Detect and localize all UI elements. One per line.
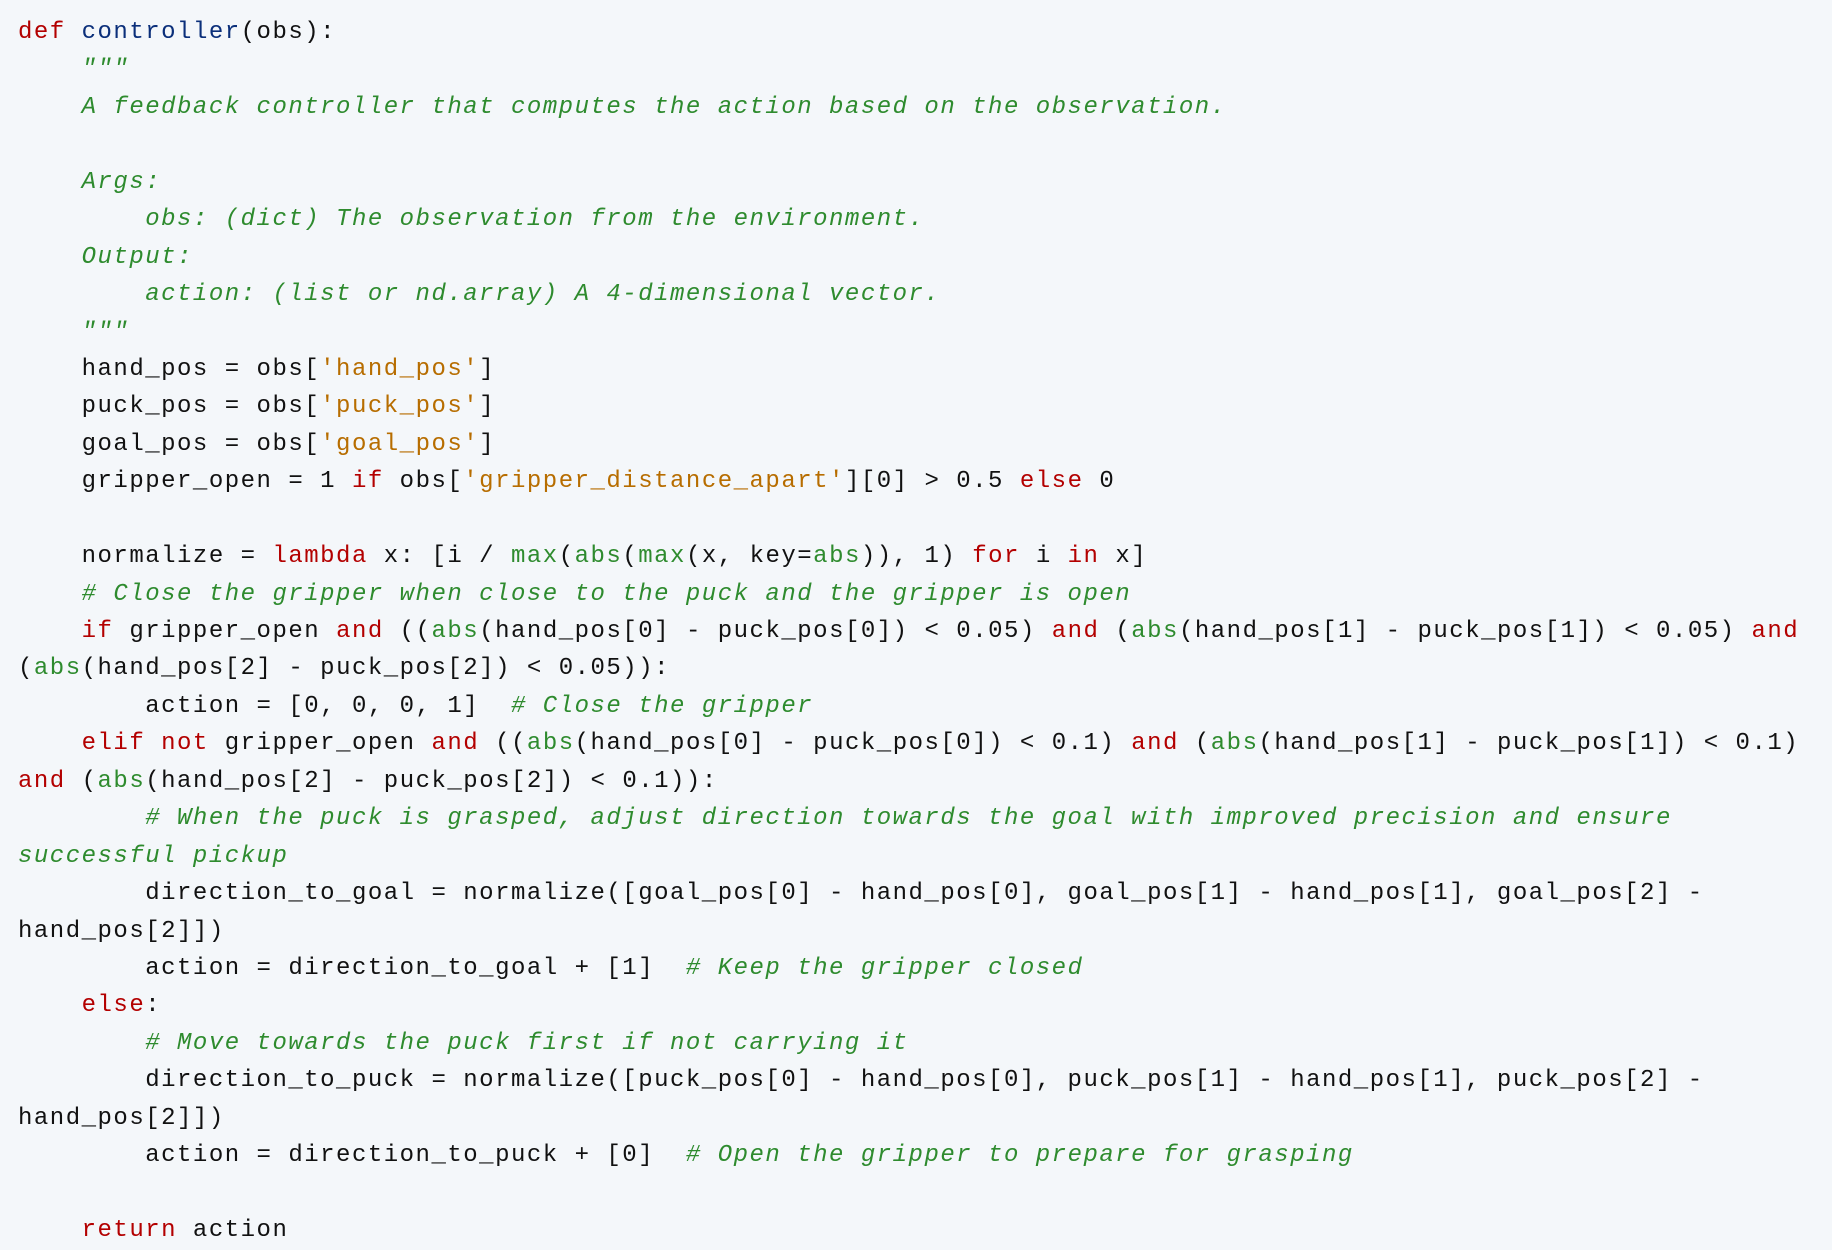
direction-to-goal: direction_to_goal = normalize([goal_pos[… — [18, 880, 1720, 944]
normalize-d: ( — [622, 543, 638, 570]
elif-cond-b: (( — [479, 730, 527, 757]
assign-gripper-b: obs[ — [384, 468, 464, 495]
builtin-abs-5: abs — [34, 655, 82, 682]
comment-keep-closed: # Keep the gripper closed — [686, 955, 1084, 982]
builtin-abs-7: abs — [1211, 730, 1259, 757]
action-close: action = [0, 0, 0, 1] — [18, 693, 511, 720]
keyword-and-6: and — [18, 768, 66, 795]
comment-close-gripper: # Close the gripper — [511, 693, 813, 720]
keyword-lambda: lambda — [272, 543, 367, 570]
assign-gripper-c: ][0] > 0.5 — [845, 468, 1020, 495]
docstring-output-header: Output: — [18, 244, 193, 271]
keyword-and-1: and — [336, 618, 384, 645]
if-cond-b: (( — [384, 618, 432, 645]
assign-goal-pos-b: ] — [479, 431, 495, 458]
keyword-elif: elif — [82, 730, 146, 757]
code-block: def controller(obs): """ A feedback cont… — [0, 0, 1832, 1250]
keyword-and-4: and — [431, 730, 479, 757]
comment-open-gripper: # Open the gripper to prepare for graspi… — [686, 1142, 1354, 1169]
return-value: action — [177, 1217, 288, 1244]
elif-cond-f: ( — [66, 768, 98, 795]
builtin-abs-2: abs — [813, 543, 861, 570]
comment-grasp: # When the puck is grasped, adjust direc… — [18, 805, 1688, 869]
builtin-abs-4: abs — [1131, 618, 1179, 645]
normalize-b: x: [i / — [368, 543, 511, 570]
signature-rest: (obs): — [241, 19, 336, 46]
string-puck-pos: 'puck_pos' — [320, 393, 479, 420]
function-name: controller — [82, 19, 241, 46]
if-cond-d: ( — [1099, 618, 1131, 645]
docstring-output-line: action: (list or nd.array) A 4-dimension… — [18, 281, 940, 308]
builtin-abs-8: abs — [98, 768, 146, 795]
action-open: action = direction_to_puck + [0] — [18, 1142, 686, 1169]
builtin-max-2: max — [638, 543, 686, 570]
if-indent — [18, 618, 82, 645]
elif-cond-d: ( — [1179, 730, 1211, 757]
elif-cond-c: (hand_pos[0] - puck_pos[0]) < 0.1) — [575, 730, 1132, 757]
string-goal-pos: 'goal_pos' — [320, 431, 479, 458]
if-cond-c: (hand_pos[0] - puck_pos[0]) < 0.05) — [479, 618, 1051, 645]
if-cond-a: gripper_open — [113, 618, 336, 645]
keyword-for: for — [972, 543, 1020, 570]
normalize-a: normalize = — [18, 543, 272, 570]
assign-goal-pos-a: goal_pos = obs[ — [18, 431, 320, 458]
keyword-return: return — [82, 1217, 177, 1244]
string-gripper-dist: 'gripper_distance_apart' — [463, 468, 845, 495]
elif-cond-a: gripper_open — [209, 730, 432, 757]
builtin-max-1: max — [511, 543, 559, 570]
assign-gripper-a: gripper_open = 1 — [18, 468, 352, 495]
keyword-in: in — [1068, 543, 1100, 570]
keyword-and-2: and — [1052, 618, 1100, 645]
comment-close-header: # Close the gripper when close to the pu… — [18, 581, 1131, 608]
direction-to-puck: direction_to_puck = normalize([puck_pos[… — [18, 1067, 1720, 1131]
docstring-args-header: Args: — [18, 169, 161, 196]
assign-puck-pos-a: puck_pos = obs[ — [18, 393, 320, 420]
assign-gripper-d: 0 — [1083, 468, 1115, 495]
if-cond-e: (hand_pos[1] - puck_pos[1]) < 0.05) — [1179, 618, 1751, 645]
elif-indent — [18, 730, 82, 757]
elif-cond-e: (hand_pos[1] - puck_pos[1]) < 0.1) — [1258, 730, 1815, 757]
normalize-g: i — [1020, 543, 1068, 570]
normalize-e: (x, key= — [686, 543, 813, 570]
else-colon: : — [145, 992, 161, 1019]
keyword-def: def — [18, 19, 66, 46]
elif-cond-g: (hand_pos[2] - puck_pos[2]) < 0.1)): — [145, 768, 717, 795]
keyword-and-3: and — [1751, 618, 1799, 645]
keyword-and-5: and — [1131, 730, 1179, 757]
docstring-args-line: obs: (dict) The observation from the env… — [18, 206, 924, 233]
assign-puck-pos-b: ] — [479, 393, 495, 420]
assign-hand-pos-b: ] — [479, 356, 495, 383]
normalize-c: ( — [559, 543, 575, 570]
docstring-close: """ — [18, 319, 129, 346]
action-keep: action = direction_to_goal + [1] — [18, 955, 686, 982]
keyword-else: else — [82, 992, 146, 1019]
keyword-not: not — [161, 730, 209, 757]
else-indent — [18, 992, 82, 1019]
if-cond-g: (hand_pos[2] - puck_pos[2]) < 0.05)): — [82, 655, 670, 682]
keyword-if-inline: if — [352, 468, 384, 495]
builtin-abs-6: abs — [527, 730, 575, 757]
assign-hand-pos-a: hand_pos = obs[ — [18, 356, 320, 383]
keyword-else-inline: else — [1020, 468, 1084, 495]
normalize-h: x] — [1099, 543, 1147, 570]
comment-move-towards: # Move towards the puck first if not car… — [18, 1030, 909, 1057]
docstring-open: """ — [18, 56, 129, 83]
normalize-f: )), 1) — [861, 543, 972, 570]
string-hand-pos: 'hand_pos' — [320, 356, 479, 383]
docstring-line: A feedback controller that computes the … — [18, 94, 1227, 121]
keyword-if: if — [82, 618, 114, 645]
builtin-abs-1: abs — [575, 543, 623, 570]
return-indent — [18, 1217, 82, 1244]
builtin-abs-3: abs — [432, 618, 480, 645]
